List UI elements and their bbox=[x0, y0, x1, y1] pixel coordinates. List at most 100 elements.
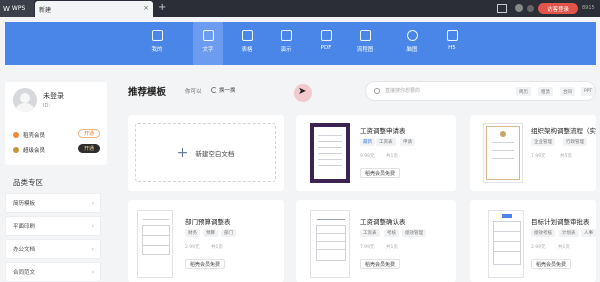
super-vip-icon bbox=[13, 147, 19, 153]
add-tab-button[interactable]: + bbox=[158, 2, 166, 13]
window-icon[interactable] bbox=[497, 4, 507, 13]
open-docer-vip-button[interactable]: 开通 bbox=[78, 129, 100, 138]
nav-label: PDF bbox=[320, 45, 332, 51]
plus-icon: + bbox=[176, 144, 189, 161]
vip-free-button[interactable]: 稻壳会员免费 bbox=[185, 259, 226, 269]
avatar-icon[interactable] bbox=[515, 4, 523, 12]
chevron-right-icon: › bbox=[91, 268, 94, 276]
nav-pdf[interactable]: PDF bbox=[311, 22, 341, 65]
category-item[interactable]: 平面印刷 › bbox=[5, 216, 101, 236]
refresh-button[interactable]: 换一换 bbox=[211, 86, 236, 94]
wps-app-tab[interactable]: W WPS bbox=[0, 0, 34, 17]
chevron-right-icon: › bbox=[91, 245, 94, 253]
app-name: WPS bbox=[11, 5, 26, 12]
open-super-vip-button[interactable]: 开通 bbox=[78, 144, 100, 153]
search-icon bbox=[374, 88, 380, 94]
template-tag[interactable]: 工资表 bbox=[376, 138, 396, 146]
template-title[interactable]: 目标计划调整审批表 bbox=[531, 216, 596, 226]
vip-free-button[interactable]: 稻壳会员免费 bbox=[531, 259, 572, 269]
template-price: 2.99元 bbox=[185, 245, 200, 250]
mouse-pointer-icon: ➤ bbox=[298, 86, 307, 97]
template-thumbnail[interactable] bbox=[137, 210, 173, 278]
search-input[interactable]: 直接搜你想要的 bbox=[385, 87, 420, 94]
nav-spreadsheet[interactable]: 表格 bbox=[232, 22, 262, 65]
template-card[interactable]: 工资调整确认表 工资表 考核 绩效管理 7.99元 共1页 稻壳会员免费 bbox=[296, 200, 456, 282]
nav-h5[interactable]: H5 bbox=[437, 22, 467, 65]
template-pages: 共5页 bbox=[560, 154, 572, 159]
template-tag[interactable]: 预算 bbox=[203, 229, 218, 237]
vip-free-button[interactable]: 稻壳会员免费 bbox=[360, 259, 401, 269]
h5-icon bbox=[446, 30, 458, 41]
template-thumbnail[interactable] bbox=[310, 123, 350, 183]
template-card[interactable]: 组织架构调整流程（实用） 企业管理 行政管理 7.99元 共5页 bbox=[470, 115, 596, 191]
template-pages: 共1页 bbox=[211, 245, 223, 250]
template-thumbnail[interactable] bbox=[483, 123, 523, 183]
template-tag[interactable]: 财务 bbox=[185, 229, 200, 237]
new-blank-document-button[interactable]: + 新建空白文档 bbox=[135, 123, 276, 182]
template-tag[interactable]: 绩效管理 bbox=[402, 229, 426, 237]
template-tag[interactable]: 工资表 bbox=[360, 229, 380, 237]
search-chip[interactable]: PPT bbox=[581, 87, 596, 96]
nav-flowchart[interactable]: 流程图 bbox=[350, 22, 380, 65]
search-chip[interactable]: 租赁 bbox=[538, 87, 553, 96]
user-card: 未登录 ID: 稻壳会员 开通 超级会员 开通 bbox=[5, 82, 107, 165]
template-tag[interactable]: 人事 bbox=[581, 229, 596, 237]
template-title[interactable]: 组织架构调整流程（实用） bbox=[531, 125, 596, 135]
nav-mine[interactable]: 我的 bbox=[142, 22, 172, 65]
category-item[interactable]: 办公文档 › bbox=[5, 239, 101, 259]
category-label: 办公文档 bbox=[13, 247, 36, 253]
template-price: 7.99元 bbox=[360, 245, 375, 250]
nav-label: 我的 bbox=[151, 47, 163, 53]
nav-writer[interactable]: 文字 bbox=[193, 22, 223, 65]
vip-free-button[interactable]: 稻壳会员免费 bbox=[360, 168, 401, 178]
app-category-banner: 我的 文字 表格 演示 PDF 流程图 脑图 H5 bbox=[5, 22, 596, 65]
template-card[interactable]: 工资调整申请表 最新 工资表 申请 9.99元 共1页 稻壳会员免费 bbox=[296, 115, 456, 191]
template-title[interactable]: 工资调整确认表 bbox=[360, 216, 406, 226]
template-tag[interactable]: 部门 bbox=[221, 229, 236, 237]
template-tag[interactable]: 申请 bbox=[400, 138, 415, 146]
category-label: 合同范文 bbox=[13, 270, 36, 276]
template-tag[interactable]: 企业管理 bbox=[531, 138, 555, 146]
table-icon bbox=[241, 30, 253, 41]
refresh-icon bbox=[211, 87, 217, 93]
search-chip[interactable]: 合同 bbox=[560, 87, 575, 96]
mindmap-icon bbox=[406, 30, 418, 41]
left-panel: 未登录 ID: 稻壳会员 开通 超级会员 开通 品类专区 简历模板 › 平面印刷… bbox=[5, 82, 107, 282]
template-card[interactable]: 目标计划调整审批表 绩效考核 计划表 人事 2.99元 共1页 稻壳会员免费 bbox=[470, 200, 596, 282]
template-tag[interactable]: 考核 bbox=[384, 229, 399, 237]
avatar[interactable] bbox=[13, 88, 37, 112]
pdf-icon bbox=[320, 30, 332, 41]
nav-label: 流程图 bbox=[356, 47, 374, 53]
search-bar[interactable]: 直接搜你想要的 简历 租赁 合同 PPT bbox=[365, 81, 596, 101]
category-label: 简历模板 bbox=[13, 201, 36, 207]
category-item[interactable]: 合同范文 › bbox=[5, 262, 101, 282]
close-tab-icon[interactable]: × bbox=[143, 4, 149, 12]
template-title[interactable]: 部门预算调整表 bbox=[185, 216, 231, 226]
chevron-right-icon: › bbox=[91, 199, 94, 207]
guest-login-button[interactable]: 访客登录 bbox=[538, 3, 578, 14]
template-tag[interactable]: 计划表 bbox=[559, 229, 579, 237]
template-thumbnail[interactable] bbox=[488, 210, 524, 278]
user-name[interactable]: 未登录 bbox=[43, 91, 64, 101]
template-tag[interactable]: 最新 bbox=[360, 138, 375, 146]
template-thumbnail[interactable] bbox=[310, 210, 350, 278]
template-tag[interactable]: 行政管理 bbox=[563, 138, 587, 146]
user-id: ID: bbox=[43, 103, 51, 109]
super-vip-row: 超级会员 bbox=[13, 146, 45, 154]
template-tag[interactable]: 绩效考核 bbox=[531, 229, 555, 237]
chevron-right-icon: › bbox=[91, 222, 94, 230]
tab-new[interactable]: 新建 × bbox=[35, 1, 153, 17]
nav-mindmap[interactable]: 脑图 bbox=[397, 22, 427, 65]
nav-presentation[interactable]: 演示 bbox=[271, 22, 301, 65]
skin-icon[interactable] bbox=[527, 5, 534, 12]
docer-vip-row: 稻壳会员 bbox=[13, 131, 45, 139]
category-item[interactable]: 简历模板 › bbox=[5, 193, 101, 213]
template-card[interactable]: 部门预算调整表 财务 预算 部门 2.99元 共1页 稻壳会员免费 bbox=[128, 200, 284, 282]
document-icon bbox=[202, 30, 214, 41]
category-label: 平面印刷 bbox=[13, 224, 36, 230]
template-title[interactable]: 工资调整申请表 bbox=[360, 125, 406, 135]
nav-label: H5 bbox=[448, 45, 456, 51]
template-price: 9.99元 bbox=[360, 154, 375, 159]
search-chip[interactable]: 简历 bbox=[516, 87, 531, 96]
docer-vip-label: 稻壳会员 bbox=[23, 133, 46, 139]
